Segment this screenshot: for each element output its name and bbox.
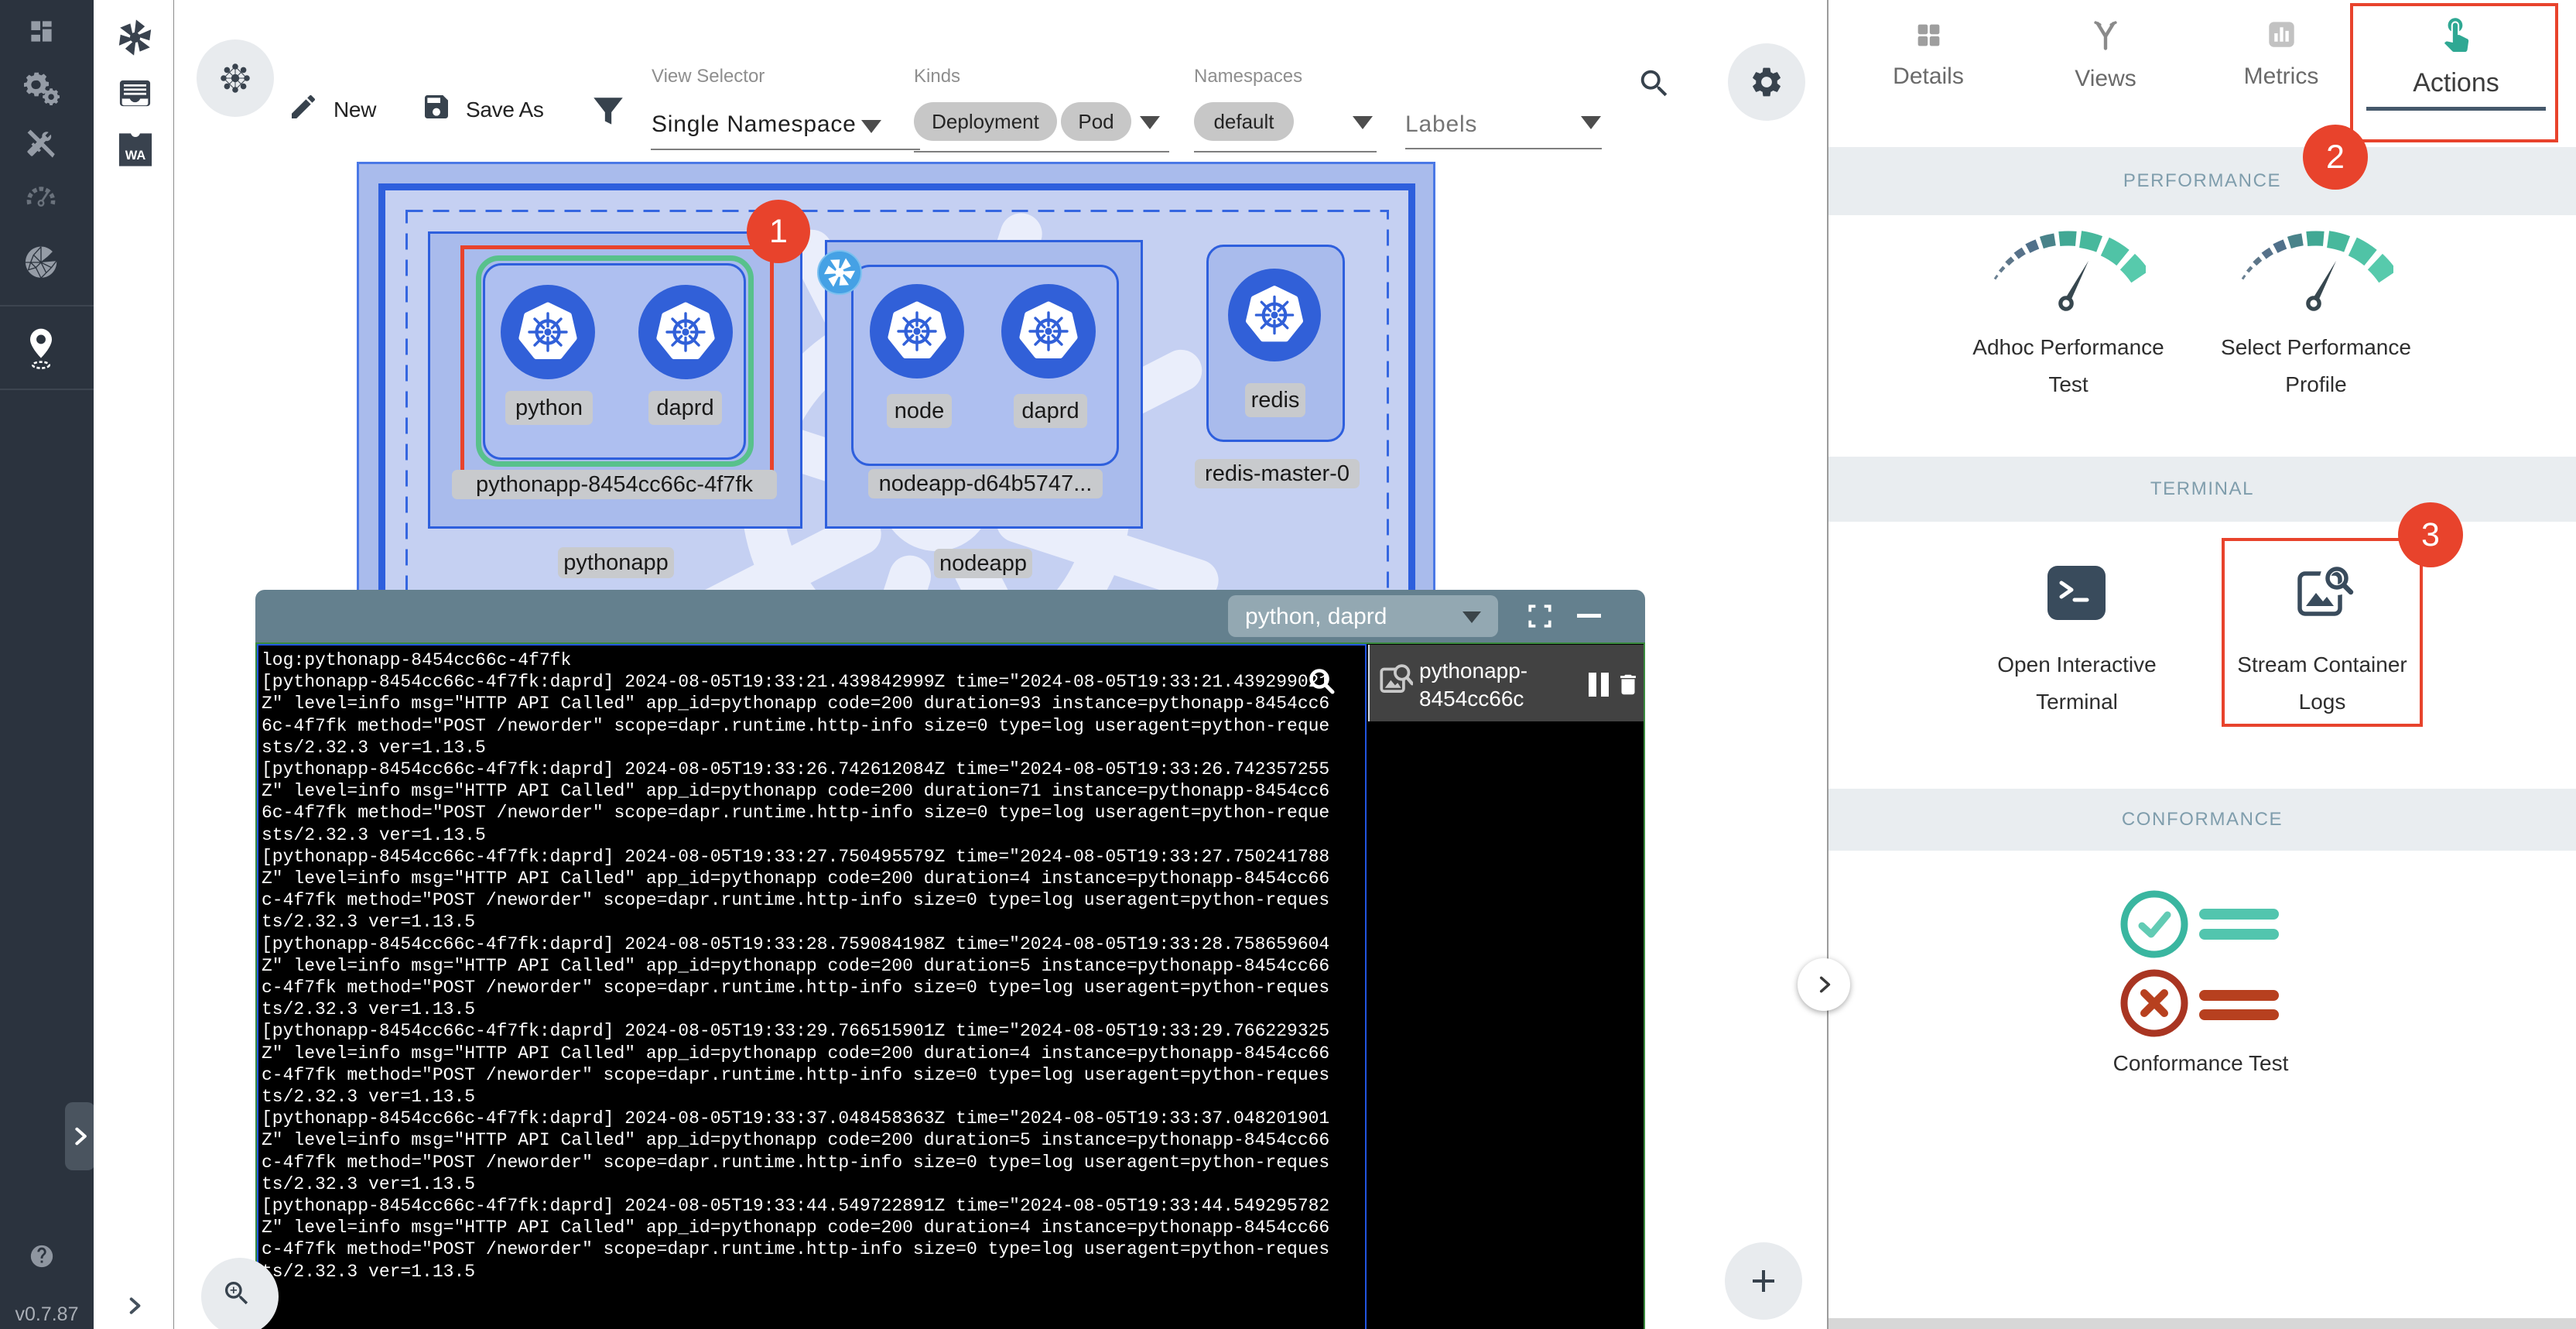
svg-text:WA: WA — [125, 149, 146, 163]
